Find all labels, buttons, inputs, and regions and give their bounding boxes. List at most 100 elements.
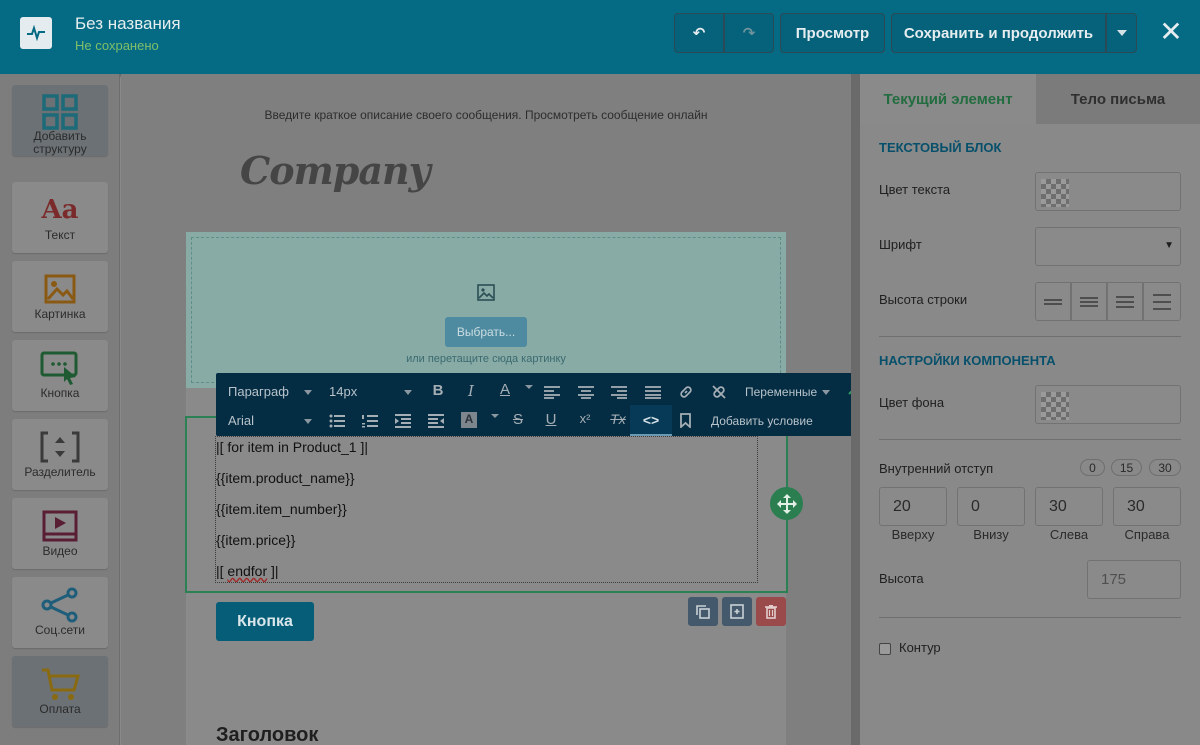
app-logo[interactable] — [20, 17, 52, 49]
padding-right-input[interactable]: 30 — [1113, 487, 1181, 526]
sidebar-item-payment[interactable]: Оплата — [12, 656, 108, 727]
font-label: Шрифт — [879, 237, 922, 252]
share-icon — [40, 586, 80, 624]
sidebar-item-button[interactable]: Кнопка — [12, 340, 108, 411]
padding-left-input[interactable]: 30 — [1035, 487, 1103, 526]
email-heading[interactable]: Заголовок — [216, 724, 318, 745]
template-line[interactable]: {{item.product_name}} — [216, 470, 355, 486]
save-block-button[interactable] — [722, 597, 752, 626]
align-center-icon[interactable] — [578, 385, 594, 399]
image-placeholder-icon — [477, 284, 495, 306]
padding-top-input[interactable]: 20 — [879, 487, 947, 526]
bold-button[interactable]: B — [427, 382, 449, 399]
bg-color-picker[interactable] — [1035, 385, 1181, 424]
caret-down-icon — [404, 390, 412, 395]
close-icon: ✕ — [1159, 15, 1183, 47]
sidebar-item-social[interactable]: Соц.сети — [12, 577, 108, 648]
email-button[interactable]: Кнопка — [216, 602, 314, 641]
sidebar-item-text[interactable]: Aa Текст — [12, 182, 108, 253]
top-bar: Без названия Не сохранено ↶ ↷ Просмотр С… — [0, 0, 1200, 74]
sidebar-item-video[interactable]: Видео — [12, 498, 108, 569]
sidebar-item-label: Разделитель — [24, 465, 96, 479]
transparent-swatch-icon — [1041, 179, 1069, 207]
line-height-option-4[interactable] — [1143, 282, 1181, 321]
document-title[interactable]: Без названия — [75, 14, 181, 34]
padding-preset-15[interactable]: 15 — [1111, 459, 1142, 476]
divider — [879, 336, 1181, 337]
padding-preset-30[interactable]: 30 — [1149, 459, 1181, 476]
preheader-text[interactable]: Введите краткое описание своего сообщени… — [121, 108, 851, 122]
sidebar-item-structure[interactable]: Добавить структуру — [12, 85, 108, 156]
caret-down-icon — [491, 414, 499, 418]
align-justify-icon[interactable] — [645, 385, 661, 399]
font-size-select[interactable]: 14px — [329, 384, 357, 399]
redo-button[interactable]: ↷ — [724, 13, 774, 53]
clear-formatting-button[interactable]: Tx — [607, 411, 629, 427]
add-condition-button[interactable]: Добавить условие — [711, 414, 813, 428]
template-line[interactable]: {{item.item_number}} — [216, 501, 347, 517]
line-height-option-2[interactable] — [1071, 282, 1107, 321]
save-continue-button[interactable]: Сохранить и продолжить — [891, 13, 1106, 53]
outdent-icon[interactable] — [428, 414, 444, 428]
text-color-picker[interactable] — [1035, 172, 1181, 211]
line-height-2-icon — [1080, 296, 1098, 307]
undo-button[interactable]: ↶ — [674, 13, 724, 53]
choose-image-button[interactable]: Выбрать... — [445, 317, 527, 347]
tab-email-body[interactable]: Тело письма — [1036, 74, 1200, 124]
padding-label: Внутренний отступ — [879, 461, 994, 476]
tab-current-element[interactable]: Текущий элемент — [860, 74, 1036, 124]
underline-button[interactable]: U — [540, 411, 562, 428]
endfor-suffix: ]| — [267, 563, 279, 579]
bookmark-icon[interactable] — [680, 413, 691, 428]
sidebar-item-label: Соц.сети — [34, 623, 86, 637]
strikethrough-button[interactable]: S — [507, 411, 529, 428]
move-handle[interactable] — [770, 487, 803, 520]
background-color-icon[interactable]: A — [461, 412, 477, 428]
template-line[interactable]: {{item.price}} — [216, 532, 295, 548]
outline-checkbox[interactable] — [879, 643, 891, 655]
indent-icon[interactable] — [395, 414, 411, 428]
link-icon[interactable] — [678, 384, 694, 400]
undo-icon: ↶ — [692, 25, 706, 42]
align-left-icon[interactable] — [544, 385, 560, 399]
sidebar-item-label: Текст — [44, 228, 76, 242]
company-logo[interactable]: Company — [240, 148, 431, 193]
template-line[interactable]: |[ for item in Product_1 ]| — [216, 439, 368, 455]
save-status: Не сохранено — [75, 38, 159, 53]
sidebar-item-label: Картинка — [34, 307, 86, 321]
line-height-option-1[interactable] — [1035, 282, 1071, 321]
line-height-option-3[interactable] — [1107, 282, 1143, 321]
redo-icon: ↷ — [742, 25, 756, 42]
panel-divider[interactable] — [851, 74, 860, 745]
close-button[interactable]: ✕ — [1156, 15, 1186, 47]
padding-bottom-input[interactable]: 0 — [957, 487, 1025, 526]
superscript-button[interactable]: x² — [574, 411, 596, 426]
sidebar-item-label: Видео — [42, 544, 78, 558]
align-right-icon[interactable] — [611, 385, 627, 399]
font-select[interactable]: ▼ — [1035, 227, 1181, 266]
template-line-endfor[interactable]: |[ endfor ]| — [216, 563, 279, 579]
preview-button[interactable]: Просмотр — [780, 13, 885, 53]
grid-icon — [42, 94, 78, 130]
bullet-list-icon[interactable] — [329, 414, 345, 428]
italic-button[interactable]: I — [460, 382, 482, 400]
source-code-button[interactable]: <> — [630, 405, 672, 436]
sidebar-item-label: Добавить структуру — [33, 129, 87, 156]
save-dropdown-button[interactable] — [1106, 13, 1137, 53]
text-color-button[interactable]: A — [494, 381, 516, 398]
line-height-1-icon — [1044, 298, 1062, 305]
duplicate-block-button[interactable] — [688, 597, 718, 626]
height-input[interactable]: 175 — [1087, 560, 1181, 599]
paragraph-select[interactable]: Параграф — [228, 384, 289, 399]
font-family-select[interactable]: Arial — [228, 413, 254, 428]
delete-block-button[interactable] — [756, 597, 786, 626]
sidebar-item-divider[interactable]: Разделитель — [12, 419, 108, 490]
padding-preset-0[interactable]: 0 — [1080, 459, 1105, 476]
unlink-icon[interactable] — [711, 384, 727, 400]
dropdown-arrow-icon: ▼ — [1164, 240, 1174, 251]
variables-dropdown[interactable]: Переменные — [745, 385, 817, 399]
text-icon: Aa — [41, 195, 79, 225]
padding-right-label: Справа — [1124, 527, 1170, 542]
sidebar-item-image[interactable]: Картинка — [12, 261, 108, 332]
numbered-list-icon[interactable] — [362, 414, 378, 429]
